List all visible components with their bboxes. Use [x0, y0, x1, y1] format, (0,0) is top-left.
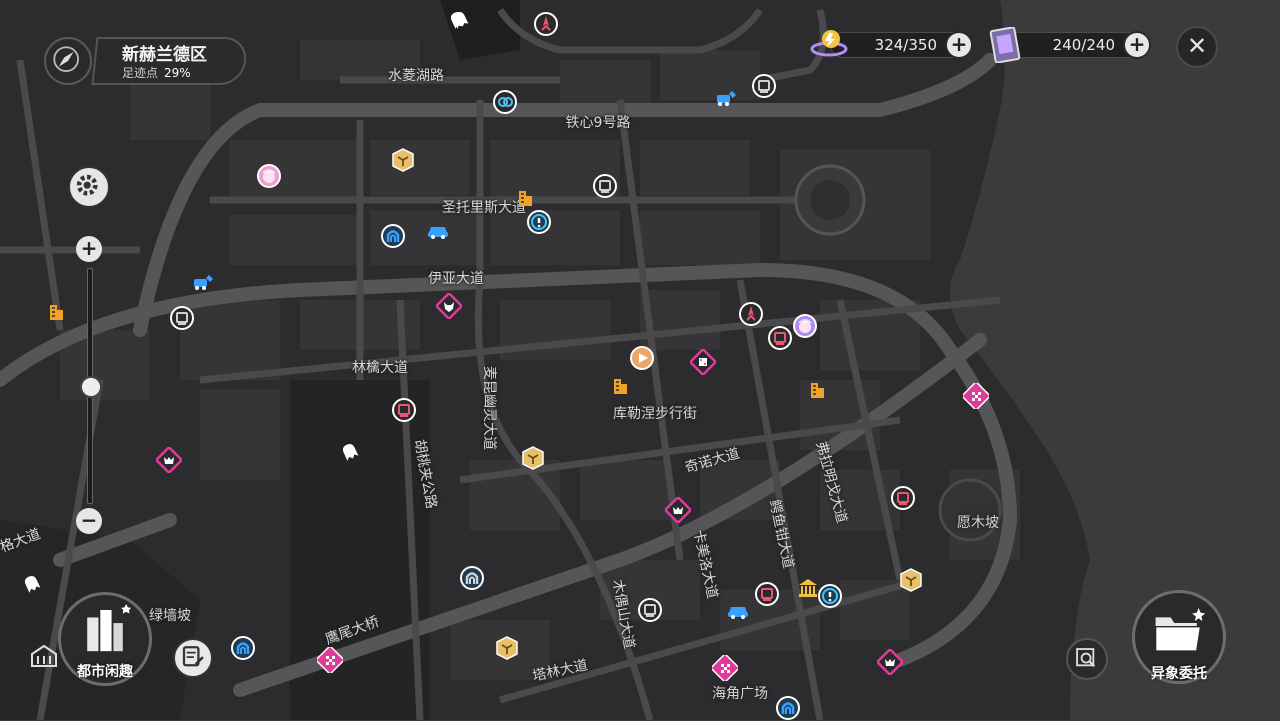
- car-icon[interactable]: [425, 217, 451, 243]
- add-card-button[interactable]: +: [1123, 31, 1151, 59]
- district-panel[interactable]: 新赫兰德区 足迹点 29%: [44, 34, 249, 88]
- box-icon[interactable]: [898, 567, 924, 593]
- ring-icon[interactable]: [492, 89, 518, 115]
- street-label: 林檎大道: [352, 360, 408, 376]
- tv-icon[interactable]: [391, 397, 417, 423]
- ghost-icon[interactable]: [337, 439, 363, 465]
- character-icon[interactable]: [256, 163, 282, 189]
- exclaim-icon[interactable]: [526, 209, 552, 235]
- shop-icon[interactable]: [30, 644, 58, 668]
- battery-resource: 324/350 +: [810, 30, 973, 59]
- map-search-button[interactable]: [1066, 638, 1108, 680]
- zoom-in-button[interactable]: +: [76, 236, 102, 262]
- city-fun-label: 都市闲趣: [77, 664, 133, 680]
- car-icon[interactable]: [725, 597, 751, 623]
- street-label: 铁心9号路: [565, 115, 631, 131]
- notes-button[interactable]: [173, 638, 213, 678]
- arch-icon[interactable]: [230, 635, 256, 661]
- box-icon[interactable]: [390, 147, 416, 173]
- gear-icon: [76, 174, 98, 196]
- district-name: 新赫兰德区: [122, 45, 207, 65]
- tv-icon[interactable]: [754, 581, 780, 607]
- monster-icon[interactable]: [156, 447, 182, 473]
- building-icon[interactable]: [43, 299, 69, 325]
- street-label: 绿墙坡: [149, 608, 191, 624]
- footprint-label: 足迹点: [122, 66, 159, 80]
- notepad-icon: [182, 646, 204, 667]
- tv-icon[interactable]: [890, 485, 916, 511]
- ghost-icon[interactable]: [447, 7, 473, 33]
- tv-icon[interactable]: [592, 173, 618, 199]
- arch-icon[interactable]: [459, 565, 485, 591]
- rocket-icon[interactable]: [738, 301, 764, 327]
- compass-icon[interactable]: [44, 37, 92, 85]
- dice-icon[interactable]: [690, 349, 716, 375]
- checker-flag-icon[interactable]: [317, 647, 343, 673]
- tv-icon[interactable]: [637, 597, 663, 623]
- commission-label: 异象委托: [1151, 666, 1207, 682]
- play-icon[interactable]: [629, 345, 655, 371]
- monster-icon[interactable]: [877, 649, 903, 675]
- checker-flag-icon[interactable]: [712, 655, 738, 681]
- street-label: 伊亚大道: [428, 271, 484, 287]
- checker-flag-icon[interactable]: [963, 383, 989, 409]
- anomaly-commission-button[interactable]: 异象委托: [1132, 590, 1226, 684]
- card-value: 240/240: [1052, 36, 1115, 54]
- search-icon: [1076, 648, 1096, 668]
- add-battery-button[interactable]: +: [945, 31, 973, 59]
- fox-icon[interactable]: [436, 293, 462, 319]
- battery-charge-icon: [809, 25, 849, 65]
- wrench-car-icon[interactable]: [191, 269, 217, 295]
- arch-icon[interactable]: [380, 223, 406, 249]
- street-label: 水菱湖路: [388, 68, 444, 84]
- tv-icon[interactable]: [767, 325, 793, 351]
- card-icon: [989, 26, 1023, 64]
- battery-value: 324/350: [874, 36, 937, 54]
- footprint-value: 29%: [164, 66, 191, 80]
- wrench-car-icon[interactable]: [714, 85, 740, 111]
- settings-button[interactable]: [68, 166, 110, 208]
- footprint-progress: 足迹点 29%: [122, 64, 191, 81]
- building-icon[interactable]: [804, 377, 830, 403]
- building-icon[interactable]: [512, 185, 538, 211]
- street-label: 库勒涅步行街: [613, 406, 697, 422]
- box-icon[interactable]: [494, 635, 520, 661]
- close-button[interactable]: ✕: [1176, 26, 1218, 68]
- tv-icon[interactable]: [169, 305, 195, 331]
- exclaim-icon[interactable]: [817, 583, 843, 609]
- city-fun-button[interactable]: 都市闲趣: [58, 592, 152, 686]
- box-icon[interactable]: [520, 445, 546, 471]
- street-label: 愿木坡: [957, 515, 999, 531]
- character-icon[interactable]: [792, 313, 818, 339]
- rocket-icon[interactable]: [533, 11, 559, 37]
- ghost-icon[interactable]: [19, 571, 45, 597]
- street-label: 麦昆幽灵大道: [481, 366, 497, 450]
- street-label: 海角广场: [712, 686, 768, 702]
- building-icon[interactable]: [607, 373, 633, 399]
- zoom-out-button[interactable]: −: [76, 508, 102, 534]
- tv-icon[interactable]: [751, 73, 777, 99]
- monster-icon[interactable]: [665, 497, 691, 523]
- arch-icon[interactable]: [775, 695, 801, 721]
- card-resource: 240/240 +: [989, 26, 1151, 64]
- zoom-slider-thumb[interactable]: [80, 376, 102, 398]
